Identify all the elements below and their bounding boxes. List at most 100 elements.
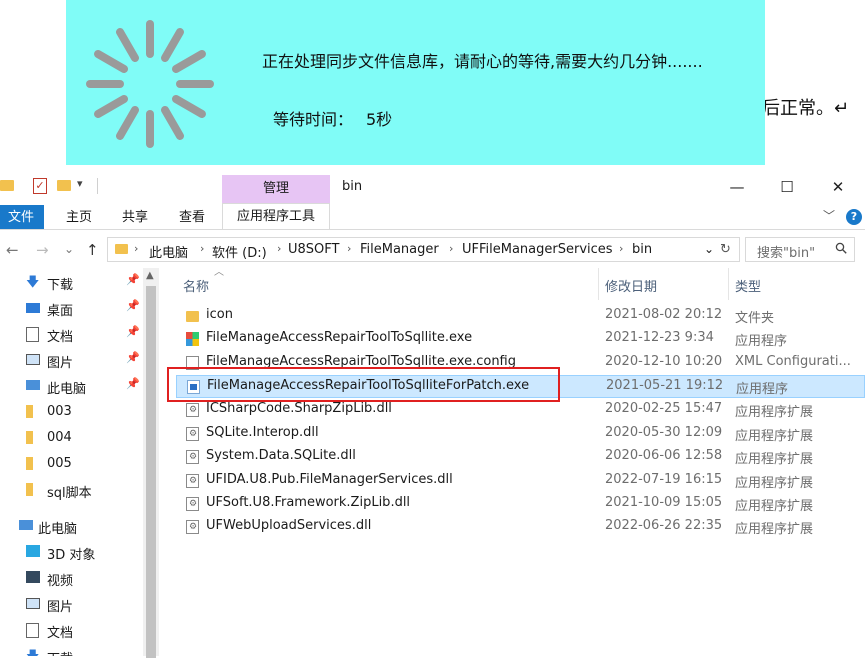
refresh-button[interactable]: ↻ bbox=[720, 242, 731, 257]
documents-icon bbox=[26, 623, 39, 638]
pictures-icon bbox=[26, 354, 40, 365]
file-row[interactable]: icon 2021-08-02 20:12 文件夹 bbox=[176, 305, 865, 328]
folder-icon[interactable] bbox=[0, 180, 14, 191]
file-date: 2020-02-25 15:47 bbox=[605, 401, 723, 416]
nav-item-pictures[interactable]: 图片 📌 bbox=[0, 348, 143, 374]
file-row[interactable]: SQLite.Interop.dll 2020-05-30 12:09 应用程序… bbox=[176, 423, 865, 446]
nav-item-videos[interactable]: 视频 bbox=[0, 566, 143, 592]
close-button[interactable]: ✕ bbox=[815, 176, 861, 198]
nav-item-sql-scripts[interactable]: sql脚本 bbox=[0, 478, 143, 504]
address-bar[interactable]: › 此电脑 › 软件 (D:) › U8SOFT › FileManager ›… bbox=[107, 237, 740, 262]
annotation-highlight-box bbox=[167, 367, 560, 402]
nav-item-3d-objects[interactable]: 3D 对象 bbox=[0, 540, 143, 566]
nav-label: 此电脑 bbox=[47, 382, 87, 397]
spinner-spoke bbox=[94, 95, 129, 118]
scroll-up-arrow-icon[interactable]: ▲ bbox=[146, 270, 154, 281]
expand-ribbon-chevron-icon[interactable]: ﹀ bbox=[823, 207, 835, 224]
nav-item-desktop[interactable]: 桌面 📌 bbox=[0, 296, 143, 322]
breadcrumb-bin[interactable]: bin bbox=[632, 242, 652, 257]
column-date-modified[interactable]: 修改日期 bbox=[605, 276, 657, 295]
file-type: 应用程序 bbox=[736, 382, 789, 397]
pin-icon[interactable]: 📌 bbox=[126, 273, 140, 286]
tab-view[interactable]: 查看 bbox=[179, 205, 205, 230]
nav-label: sql脚本 bbox=[47, 486, 92, 501]
breadcrumb-u8soft[interactable]: U8SOFT bbox=[288, 242, 339, 257]
nav-item-downloads-pc[interactable]: 🡇 下载 bbox=[0, 644, 143, 656]
column-name[interactable]: 名称 bbox=[183, 276, 209, 295]
minimize-button[interactable]: — bbox=[714, 176, 760, 198]
breadcrumb-filemanager[interactable]: FileManager bbox=[360, 242, 439, 257]
folder-icon bbox=[115, 244, 128, 254]
nav-item-004[interactable]: 004 bbox=[0, 426, 143, 452]
help-icon[interactable]: ? bbox=[846, 209, 862, 225]
file-row[interactable]: UFSoft.U8.Framework.ZipLib.dll 2021-10-0… bbox=[176, 493, 865, 516]
nav-item-documents-pc[interactable]: 文档 bbox=[0, 618, 143, 644]
maximize-button[interactable]: ☐ bbox=[764, 176, 810, 198]
navigation-pane: 🡇 下载 📌 桌面 📌 文档 📌 图片 📌 此电脑 📌 003 004 005 … bbox=[0, 266, 165, 656]
context-group-manage: 管理 bbox=[222, 175, 330, 203]
pin-icon[interactable]: 📌 bbox=[126, 351, 140, 364]
wait-time-value: 5秒 bbox=[366, 110, 393, 129]
chevron-right-icon[interactable]: › bbox=[134, 242, 138, 255]
column-header: 名称 修改日期 类型 bbox=[170, 266, 865, 300]
file-row[interactable]: UFWebUploadServices.dll 2022-06-26 22:35… bbox=[176, 516, 865, 539]
customize-qat-arrow-icon[interactable]: ▾ bbox=[77, 177, 83, 190]
column-divider[interactable] bbox=[728, 268, 729, 300]
breadcrumb-uffilemanagerservices[interactable]: UFFileManagerServices bbox=[462, 242, 613, 257]
file-row[interactable]: UFIDA.U8.Pub.FileManagerServices.dll 202… bbox=[176, 470, 865, 493]
chevron-right-icon[interactable]: › bbox=[619, 242, 623, 255]
tab-application-tools[interactable]: 应用程序工具 bbox=[222, 203, 330, 229]
folder-icon bbox=[26, 457, 33, 470]
file-name: System.Data.SQLite.dll bbox=[206, 448, 356, 463]
pin-icon[interactable]: 📌 bbox=[126, 325, 140, 338]
nav-item-this-pc[interactable]: 此电脑 bbox=[0, 514, 143, 540]
chevron-right-icon[interactable]: › bbox=[200, 242, 204, 255]
up-button[interactable]: ↑ bbox=[86, 241, 99, 259]
tab-file[interactable]: 文件 bbox=[0, 205, 44, 230]
column-type[interactable]: 类型 bbox=[735, 276, 761, 295]
forward-button[interactable]: → bbox=[36, 241, 49, 259]
recent-locations-button[interactable]: ⌄ bbox=[64, 242, 74, 256]
search-input[interactable]: 搜索"bin" bbox=[745, 237, 855, 262]
chevron-right-icon[interactable]: › bbox=[449, 242, 453, 255]
search-icon[interactable] bbox=[835, 242, 847, 254]
pin-icon[interactable]: 📌 bbox=[126, 377, 140, 390]
file-type: 应用程序扩展 bbox=[735, 405, 814, 420]
nav-scrollbar-thumb[interactable] bbox=[146, 286, 156, 658]
nav-label: 视频 bbox=[47, 574, 74, 589]
folder-icon bbox=[26, 431, 33, 444]
chevron-right-icon[interactable]: › bbox=[277, 242, 281, 255]
nav-item-documents[interactable]: 文档 📌 bbox=[0, 322, 143, 348]
app-multicolor-icon bbox=[186, 332, 199, 346]
new-folder-icon[interactable] bbox=[57, 180, 71, 191]
spinner-spoke bbox=[161, 105, 184, 140]
tab-home[interactable]: 主页 bbox=[66, 205, 92, 230]
file-row[interactable]: ICSharpCode.SharpZipLib.dll 2020-02-25 1… bbox=[176, 399, 865, 422]
nav-item-005[interactable]: 005 bbox=[0, 452, 143, 478]
nav-label: 下载 bbox=[47, 278, 74, 293]
pin-icon[interactable]: 📌 bbox=[126, 299, 140, 312]
address-dropdown-button[interactable]: ⌄ bbox=[704, 242, 714, 256]
file-row[interactable]: FileManageAccessRepairToolToSqllite.exe … bbox=[176, 328, 865, 351]
back-button[interactable]: ← bbox=[6, 241, 19, 259]
desktop-icon bbox=[26, 303, 40, 313]
column-divider[interactable] bbox=[598, 268, 599, 300]
dll-icon bbox=[186, 427, 199, 441]
videos-icon bbox=[26, 571, 40, 583]
nav-item-003[interactable]: 003 bbox=[0, 400, 143, 426]
file-date: 2021-10-09 15:05 bbox=[605, 495, 723, 510]
tab-share[interactable]: 共享 bbox=[122, 205, 148, 230]
properties-check-icon[interactable]: ✓ bbox=[33, 178, 47, 194]
nav-item-pictures-pc[interactable]: 图片 bbox=[0, 592, 143, 618]
nav-item-this-pc-pinned[interactable]: 此电脑 📌 bbox=[0, 374, 143, 400]
breadcrumb-drive-d[interactable]: 软件 (D:) bbox=[212, 242, 267, 261]
breadcrumb-this-pc[interactable]: 此电脑 bbox=[149, 242, 188, 261]
loading-overlay: 正在处理同步文件信息库，请耐心的等待,需要大约几分钟....... 等待时间： … bbox=[66, 0, 765, 165]
nav-item-downloads[interactable]: 🡇 下载 📌 bbox=[0, 270, 143, 296]
file-row[interactable]: System.Data.SQLite.dll 2020-06-06 12:58 … bbox=[176, 446, 865, 469]
chevron-right-icon[interactable]: › bbox=[347, 242, 351, 255]
folder-icon bbox=[26, 483, 33, 496]
nav-label: 桌面 bbox=[47, 304, 74, 319]
3d-objects-icon bbox=[26, 545, 40, 557]
background-document-text: 后正常。↵ bbox=[762, 98, 850, 119]
